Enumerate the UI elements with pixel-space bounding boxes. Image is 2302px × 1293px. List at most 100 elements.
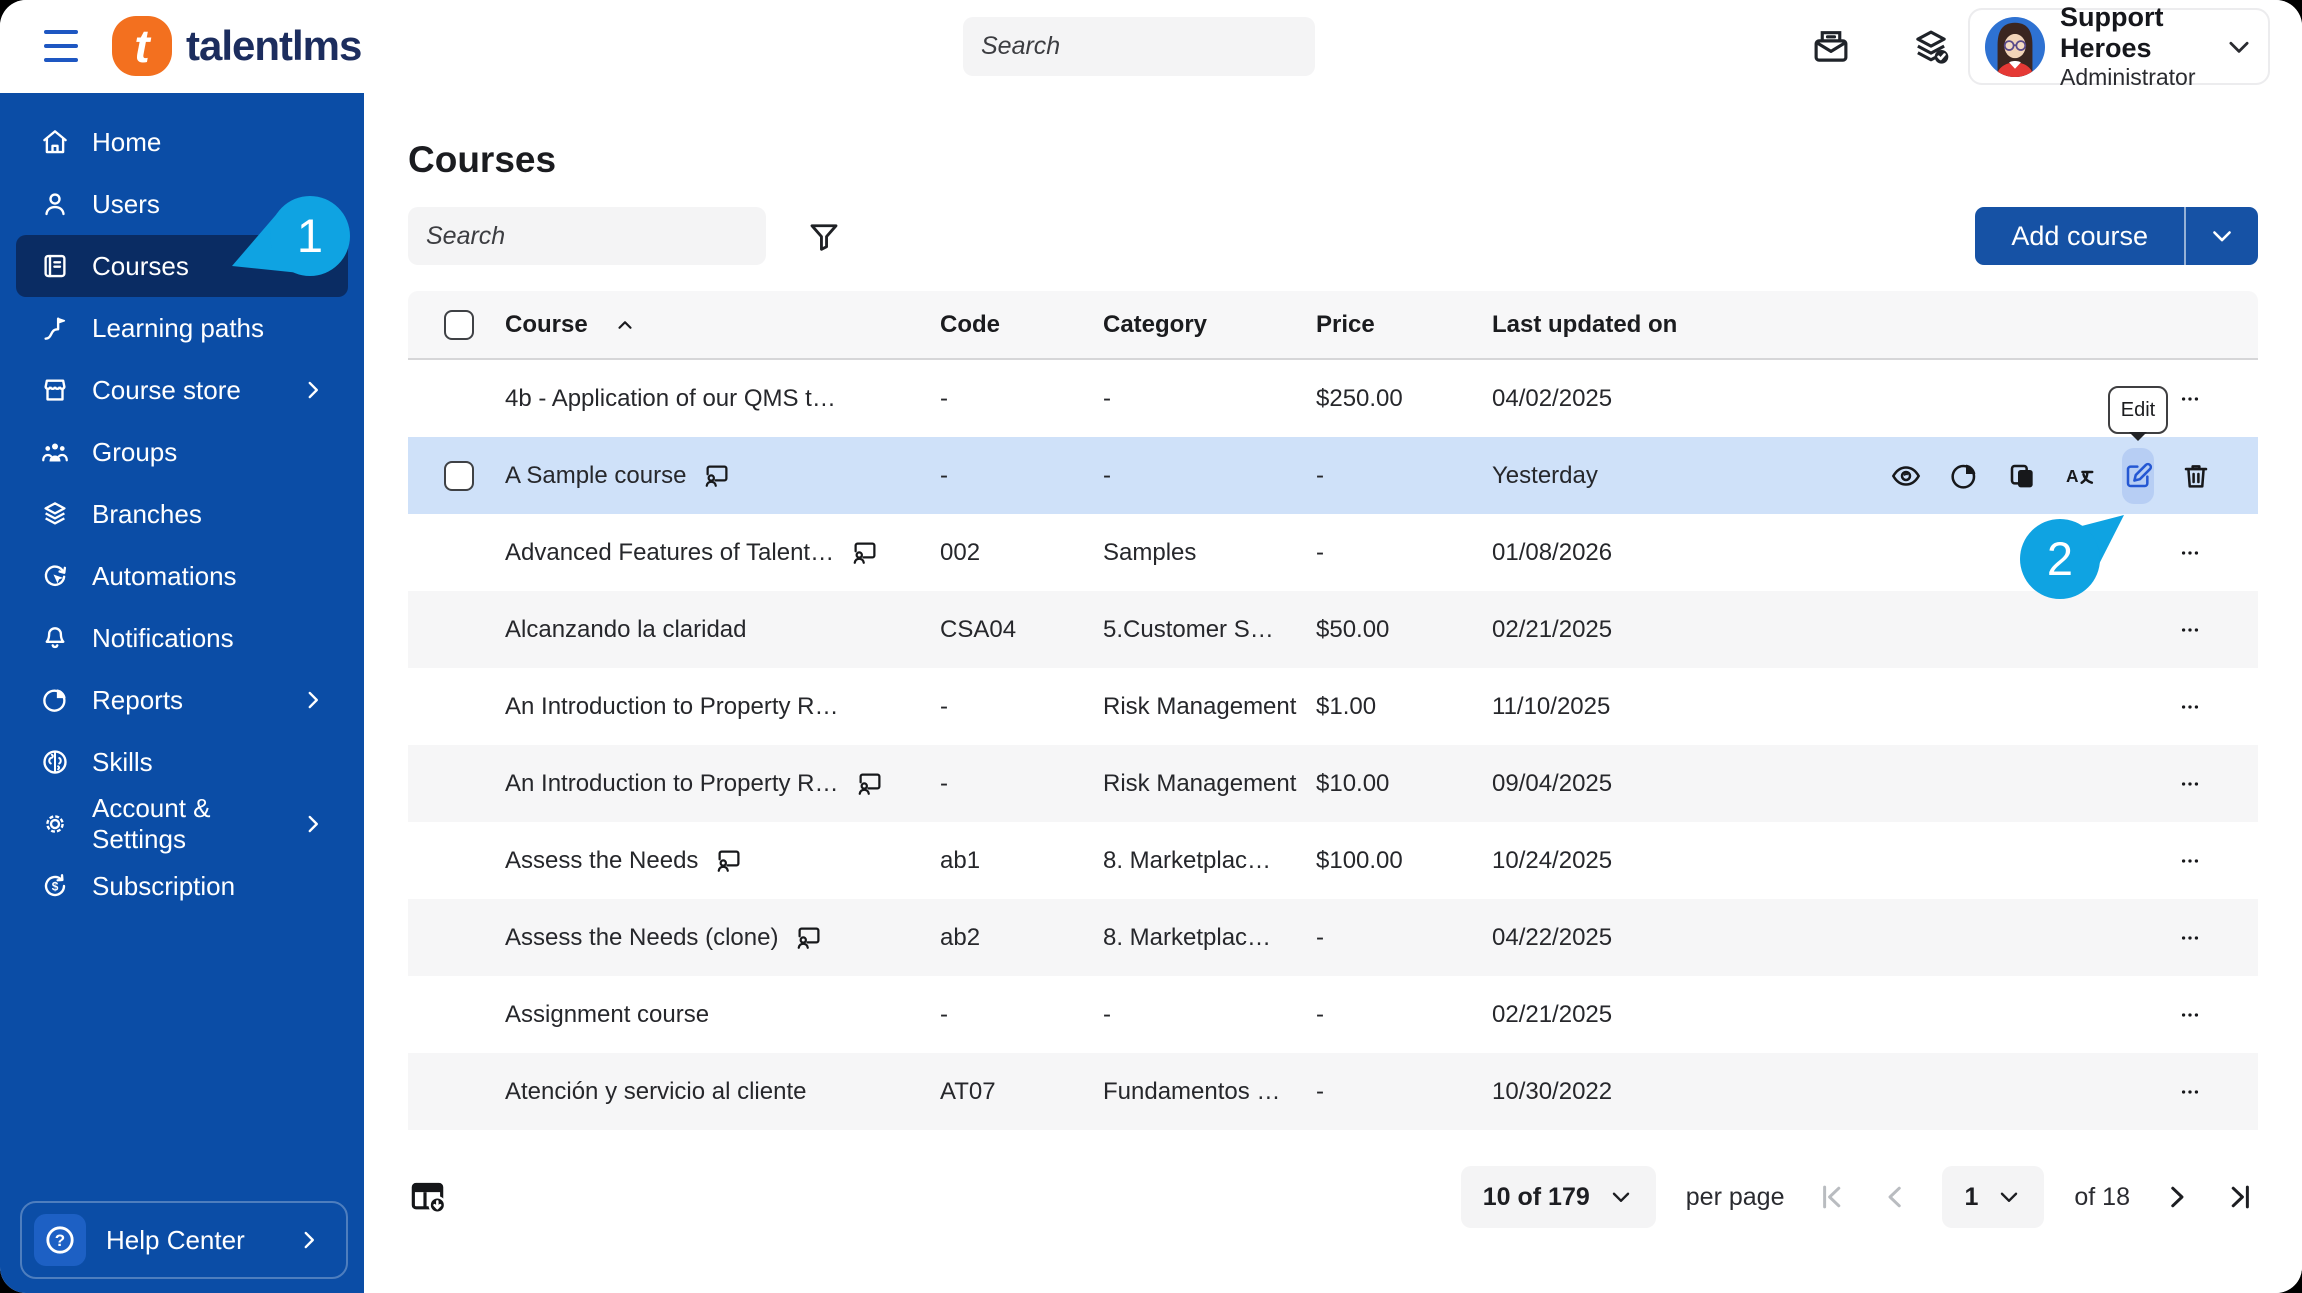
edit-button[interactable] bbox=[2122, 447, 2154, 504]
course-name[interactable]: An Introduction to Property R… bbox=[505, 693, 839, 721]
row-more-icon[interactable] bbox=[2168, 769, 2212, 799]
sidebar-item-skills[interactable]: Skills bbox=[16, 731, 348, 793]
page-size-select[interactable]: 10 of 179 bbox=[1460, 1166, 1656, 1228]
edit-tooltip: Edit bbox=[2108, 386, 2168, 434]
course-category: Fundamentos … bbox=[1103, 1077, 1281, 1105]
row-more-icon[interactable] bbox=[2168, 615, 2212, 645]
course-updated: 02/21/2025 bbox=[1492, 615, 1613, 643]
sidebar-item-label: Reports bbox=[92, 684, 184, 715]
course-updated: 02/21/2025 bbox=[1492, 1000, 1613, 1028]
messages-icon[interactable] bbox=[1810, 26, 1852, 68]
pagination-bar: 10 of 179 per page 1 of 18 bbox=[408, 1165, 2258, 1229]
header-updated[interactable]: Last updated on bbox=[1492, 311, 1898, 339]
course-updated: 04/22/2025 bbox=[1492, 923, 1613, 951]
sidebar-item-home[interactable]: Home bbox=[16, 111, 348, 173]
add-course-dropdown[interactable] bbox=[2186, 207, 2258, 265]
home-icon bbox=[40, 127, 70, 157]
table-row-highlighted[interactable]: A Sample course - - - Yesterday bbox=[408, 437, 2258, 514]
row-checkbox[interactable] bbox=[444, 460, 474, 491]
row-more-icon[interactable] bbox=[2168, 923, 2212, 953]
select-all-checkbox[interactable] bbox=[444, 309, 474, 340]
global-search-input[interactable] bbox=[981, 32, 1307, 61]
add-course-label[interactable]: Add course bbox=[1975, 207, 2184, 265]
course-name[interactable]: Alcanzando la claridad bbox=[505, 616, 747, 644]
delete-icon[interactable] bbox=[2180, 460, 2212, 492]
help-center[interactable]: Help Center bbox=[20, 1201, 348, 1279]
first-page-button[interactable] bbox=[1814, 1180, 1848, 1214]
chevron-down-icon bbox=[2224, 32, 2254, 62]
sidebar-item-learning-paths[interactable]: Learning paths bbox=[16, 297, 348, 359]
header-code[interactable]: Code bbox=[940, 311, 1103, 339]
course-name[interactable]: A Sample course bbox=[505, 462, 686, 490]
course-name[interactable]: An Introduction to Property R… bbox=[505, 770, 839, 798]
table-row[interactable]: An Introduction to Property R… - Risk Ma… bbox=[408, 745, 2258, 822]
course-name[interactable]: Assignment course bbox=[505, 1001, 709, 1029]
sidebar-item-automations[interactable]: Automations bbox=[16, 545, 348, 607]
user-menu[interactable]: Support Heroes Administrator bbox=[1968, 2, 2270, 90]
header-course[interactable]: Course bbox=[505, 311, 940, 339]
instructor-led-icon bbox=[855, 769, 885, 799]
table-row[interactable]: 4b - Application of our QMS t… - - $250.… bbox=[408, 360, 2258, 437]
next-page-button[interactable] bbox=[2160, 1180, 2194, 1214]
course-updated: 10/24/2025 bbox=[1492, 846, 1613, 874]
row-more-icon[interactable] bbox=[2168, 1077, 2212, 1107]
course-price: - bbox=[1316, 461, 1324, 489]
sidebar-item-course-store[interactable]: Course store bbox=[16, 359, 348, 421]
course-name[interactable]: Assess the Needs bbox=[505, 847, 698, 875]
add-course-button[interactable]: Add course bbox=[1975, 207, 2258, 265]
my-courses-icon[interactable] bbox=[1910, 26, 1952, 68]
table-row[interactable]: Atención y servicio al cliente AT07 Fund… bbox=[408, 1053, 2258, 1130]
sidebar-item-groups[interactable]: Groups bbox=[16, 421, 348, 483]
table-row[interactable]: Advanced Features of Talent… 002 Samples… bbox=[408, 514, 2258, 591]
clone-icon[interactable] bbox=[2006, 460, 2038, 492]
course-category: Samples bbox=[1103, 538, 1197, 566]
export-table-icon[interactable] bbox=[408, 1177, 448, 1217]
sidebar-item-reports[interactable]: Reports bbox=[16, 669, 348, 731]
sidebar-item-label: Home bbox=[92, 126, 162, 157]
sidebar-item-users[interactable]: Users bbox=[16, 173, 348, 235]
row-more-icon[interactable] bbox=[2168, 692, 2212, 722]
filter-icon[interactable] bbox=[806, 219, 842, 255]
sidebar-item-subscription[interactable]: Subscription bbox=[16, 855, 348, 917]
sidebar-item-account-settings[interactable]: Account & Settings bbox=[16, 793, 348, 855]
table-row[interactable]: An Introduction to Property R… - Risk Ma… bbox=[408, 668, 2258, 745]
course-name[interactable]: Advanced Features of Talent… bbox=[505, 539, 834, 567]
header-price[interactable]: Price bbox=[1316, 311, 1492, 339]
course-name[interactable]: 4b - Application of our QMS t… bbox=[505, 385, 836, 413]
hamburger-menu-icon[interactable] bbox=[44, 30, 78, 62]
row-more-icon[interactable] bbox=[2168, 1000, 2212, 1030]
row-more-icon[interactable] bbox=[2168, 846, 2212, 876]
course-updated: 11/10/2025 bbox=[1492, 692, 1611, 720]
sidebar-item-branches[interactable]: Branches bbox=[16, 483, 348, 545]
course-updated: 09/04/2025 bbox=[1492, 769, 1613, 797]
avatar bbox=[1984, 16, 2046, 77]
prev-page-button[interactable] bbox=[1878, 1180, 1912, 1214]
sidebar-item-label: Account & Settings bbox=[92, 793, 211, 854]
course-category: 8. Marketplac… bbox=[1103, 923, 1272, 951]
total-pages-label: of 18 bbox=[2074, 1182, 2130, 1211]
chevron-right-icon bbox=[300, 687, 326, 713]
course-name[interactable]: Atención y servicio al cliente bbox=[505, 1078, 806, 1106]
sidebar-item-notifications[interactable]: Notifications bbox=[16, 607, 348, 669]
page-select[interactable]: 1 bbox=[1942, 1166, 2045, 1228]
table-row[interactable]: Assess the Needs ab1 8. Marketplac… $100… bbox=[408, 822, 2258, 899]
user-role: Administrator bbox=[2060, 64, 2196, 91]
preview-icon[interactable] bbox=[1890, 460, 1922, 492]
course-category: Risk Management bbox=[1103, 769, 1297, 797]
last-page-button[interactable] bbox=[2224, 1180, 2258, 1214]
table-row[interactable]: Assess the Needs (clone) ab2 8. Marketpl… bbox=[408, 899, 2258, 976]
table-header: Course Code Category Price Last updated … bbox=[408, 291, 2258, 360]
reports-icon[interactable] bbox=[1948, 460, 1980, 492]
header-category[interactable]: Category bbox=[1103, 311, 1316, 339]
course-code: - bbox=[940, 461, 948, 489]
sidebar-item-courses[interactable]: Courses bbox=[16, 235, 348, 297]
translate-icon[interactable] bbox=[2064, 460, 2096, 492]
chevron-down-icon bbox=[1608, 1184, 1634, 1210]
table-row[interactable]: Alcanzando la claridad CSA04 5.Customer … bbox=[408, 591, 2258, 668]
row-more-icon[interactable] bbox=[2168, 538, 2212, 568]
brand-logo[interactable]: t talentlms bbox=[112, 16, 362, 76]
course-search-input[interactable] bbox=[426, 221, 752, 251]
course-name[interactable]: Assess the Needs (clone) bbox=[505, 924, 778, 952]
row-more-icon[interactable] bbox=[2168, 384, 2212, 414]
table-row[interactable]: Assignment course - - - 02/21/2025 bbox=[408, 976, 2258, 1053]
